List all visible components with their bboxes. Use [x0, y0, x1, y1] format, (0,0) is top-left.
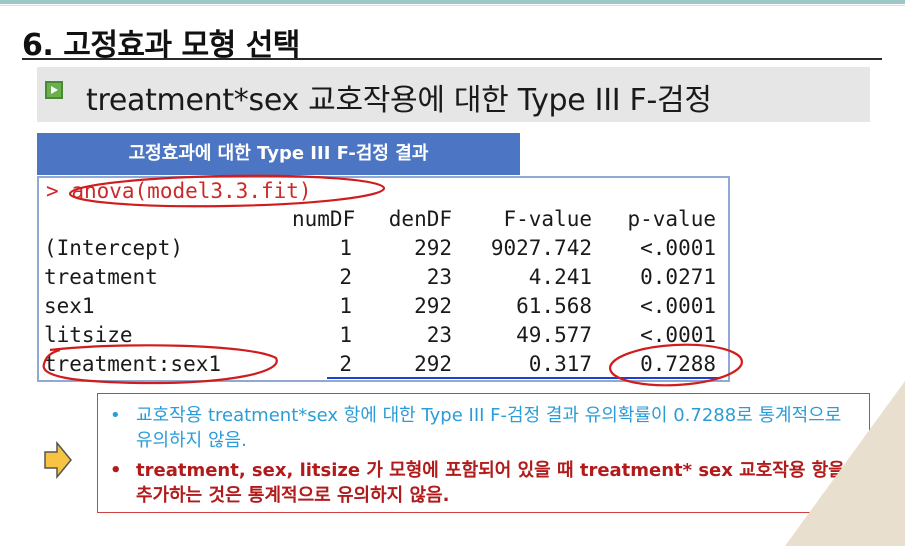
- row-circle: [42, 344, 278, 385]
- note-item: • treatment, sex, litsize 가 모형에 포함되어 있을 …: [110, 458, 850, 508]
- command-circle: [68, 174, 386, 208]
- note-text: treatment, sex, litsize 가 모형에 포함되어 있을 때 …: [136, 460, 845, 506]
- note-item: • 교호작용 treatment*sex 항에 대한 Type III F-검정…: [110, 403, 850, 453]
- note-text: 교호작용 treatment*sex 항에 대한 Type III F-검정 결…: [136, 405, 842, 451]
- bullet: •: [110, 405, 121, 426]
- bullet: •: [110, 460, 122, 481]
- right-arrow-icon: [44, 440, 72, 480]
- pvalue-circle: [608, 343, 744, 387]
- decorative-corner: [785, 381, 905, 546]
